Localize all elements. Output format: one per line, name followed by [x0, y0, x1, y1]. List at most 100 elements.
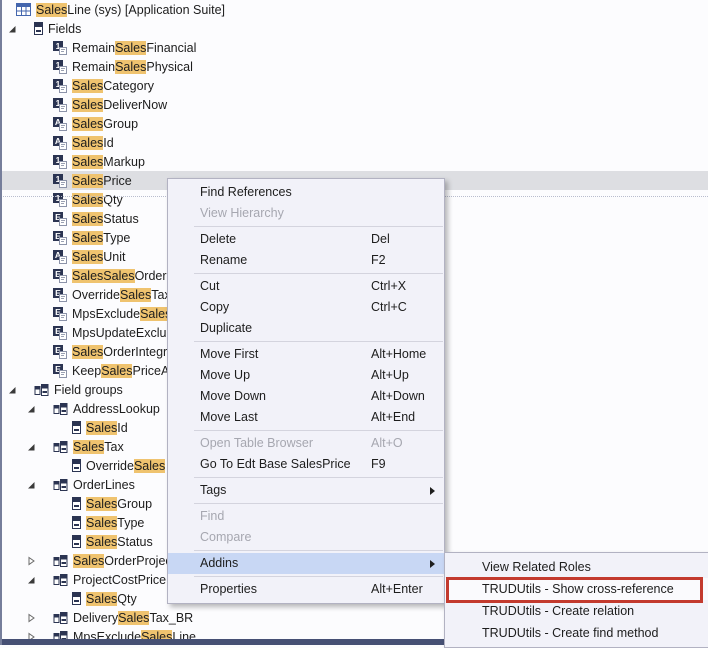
field-paper-icon [59, 256, 67, 264]
search-highlight: Sales [72, 174, 103, 188]
tree-row-salesid[interactable]: A SalesId [0, 133, 708, 152]
tree-row-label: RemainSalesFinancial [72, 41, 196, 55]
menu-item-move-down[interactable]: Move DownAlt+Down [168, 386, 444, 407]
menu-item-shortcut: Alt+Home [371, 344, 426, 365]
menu-item-label: Move First [200, 347, 258, 361]
expander-expanded-icon[interactable] [26, 442, 36, 452]
field-group-icon [53, 402, 68, 416]
menu-item-go-to-edt-base-salesprice[interactable]: Go To Edt Base SalesPriceF9 [168, 454, 444, 475]
menu-item-shortcut: F2 [371, 250, 386, 271]
menu-separator [194, 273, 443, 274]
submenu-item-trudutils-create-find-method[interactable]: TRUDUtils - Create find method [445, 622, 708, 644]
tree-row-label: SalesStatus [72, 212, 139, 226]
tree-row-label: SalesCategory [72, 79, 154, 93]
tree-row-salesmarkup[interactable]: 1SalesMarkup [0, 152, 708, 171]
tree-row-label: SalesOrderProjec [73, 554, 172, 568]
search-highlight: Sales [86, 421, 117, 435]
expander-collapsed-icon[interactable] [26, 613, 36, 623]
expander-expanded-icon[interactable] [7, 24, 17, 34]
menu-item-duplicate[interactable]: Duplicate [168, 318, 444, 339]
field-paper-icon [59, 218, 67, 226]
menu-item-label: Find References [200, 185, 292, 199]
tree-row-fields[interactable]: Fields [0, 19, 708, 38]
tree-row-label: MpsExcludeSales [72, 307, 171, 321]
field-icon [72, 421, 81, 434]
tree-row-label: OverrideSalesTax [72, 288, 171, 302]
field-group-icon [34, 383, 49, 397]
tree-row-remainsalesfinancial[interactable]: 1RemainSalesFinancial [0, 38, 708, 57]
tree-row-salesgroup[interactable]: ASalesGroup [0, 114, 708, 133]
field-paper-icon [59, 85, 67, 93]
menu-item-compare[interactable]: Compare [168, 527, 444, 548]
tree-row-label: RemainSalesPhysical [72, 60, 193, 74]
expander-expanded-icon[interactable] [7, 385, 17, 395]
search-highlight: Sales [115, 41, 146, 55]
field-paper-icon [59, 275, 67, 283]
tree-row-label: SalesType [86, 516, 144, 530]
field-icon [72, 459, 81, 472]
menu-item-cut[interactable]: CutCtrl+X [168, 276, 444, 297]
tree-row-remainsalesphysical[interactable]: 1RemainSalesPhysical [0, 57, 708, 76]
menu-item-shortcut: Alt+Enter [371, 579, 423, 600]
field-type-icon: A [53, 136, 67, 150]
field-type-icon: E [53, 364, 67, 378]
field-paper-icon [59, 237, 67, 245]
menu-item-shortcut: Ctrl+C [371, 297, 407, 318]
menu-item-label: Properties [200, 582, 257, 596]
search-highlight: Sales [103, 269, 134, 283]
field-paper-icon [59, 123, 67, 131]
search-highlight: Sales [86, 592, 117, 606]
tree-row-label: SalesGroup [86, 497, 152, 511]
tree-row-salesline-sys-application-suite[interactable]: SalesLine (sys) [Application Suite] [0, 0, 708, 19]
menu-separator [194, 576, 443, 577]
search-highlight: Sales [72, 345, 103, 359]
field-group-icon [53, 573, 68, 587]
tree-row-label: OverrideSales [86, 459, 165, 473]
menu-item-label: Copy [200, 300, 229, 314]
menu-item-open-table-browser[interactable]: Open Table BrowserAlt+O [168, 433, 444, 454]
menu-item-addins[interactable]: Addins [168, 553, 444, 574]
expander-collapsed-icon[interactable] [26, 556, 36, 566]
tree-row-label: AddressLookup [73, 402, 160, 416]
menu-item-move-first[interactable]: Move First Alt+Home [168, 344, 444, 365]
field-group-icon [53, 440, 68, 454]
tree-row-salesdelivernow[interactable]: 1SalesDeliverNow [0, 95, 708, 114]
tree-row-salescategory[interactable]: 1SalesCategory [0, 76, 708, 95]
expander-expanded-icon[interactable] [26, 575, 36, 585]
menu-item-shortcut: F9 [371, 454, 386, 475]
search-highlight: Sales [72, 250, 103, 264]
menu-item-move-up[interactable]: Move UpAlt+Up [168, 365, 444, 386]
menu-item-label: Tags [200, 483, 226, 497]
field-paper-icon [59, 294, 67, 302]
tree-row-label: SalesId [86, 421, 128, 435]
tree-row-label: SalesSalesOrderC [72, 269, 176, 283]
tree-row-label: SalesQty [86, 592, 137, 606]
tree-row-label: SalesId [72, 136, 114, 150]
menu-item-move-last[interactable]: Move LastAlt+End [168, 407, 444, 428]
menu-item-find-references[interactable]: Find References [168, 182, 444, 203]
menu-item-properties[interactable]: Properties Alt+Enter [168, 579, 444, 600]
expander-expanded-icon[interactable] [26, 404, 36, 414]
expander-expanded-icon[interactable] [26, 480, 36, 490]
menu-item-view-hierarchy[interactable]: View Hierarchy [168, 203, 444, 224]
menu-item-label: Open Table Browser [200, 436, 313, 450]
menu-item-label: Compare [200, 530, 251, 544]
menu-item-rename[interactable]: RenameF2 [168, 250, 444, 271]
submenu-item-trudutils-create-relation[interactable]: TRUDUtils - Create relation [445, 600, 708, 622]
field-paper-icon [59, 66, 67, 74]
field-type-icon: A [53, 117, 67, 131]
field-icon [72, 592, 81, 605]
search-highlight: Sales [72, 212, 103, 226]
menu-item-label: View Hierarchy [200, 206, 284, 220]
field-type-icon: E [53, 231, 67, 245]
menu-item-tags[interactable]: Tags [168, 480, 444, 501]
menu-separator [194, 226, 443, 227]
menu-item-find[interactable]: Find [168, 506, 444, 527]
menu-item-delete[interactable]: DeleteDel [168, 229, 444, 250]
submenu-item-label: TRUDUtils - Create find method [482, 626, 658, 640]
field-type-icon: E [53, 307, 67, 321]
submenu-item-view-related-roles[interactable]: View Related Roles [445, 556, 708, 578]
field-type-icon: E [53, 345, 67, 359]
field-paper-icon [59, 161, 67, 169]
menu-item-copy[interactable]: Copy Ctrl+C [168, 297, 444, 318]
